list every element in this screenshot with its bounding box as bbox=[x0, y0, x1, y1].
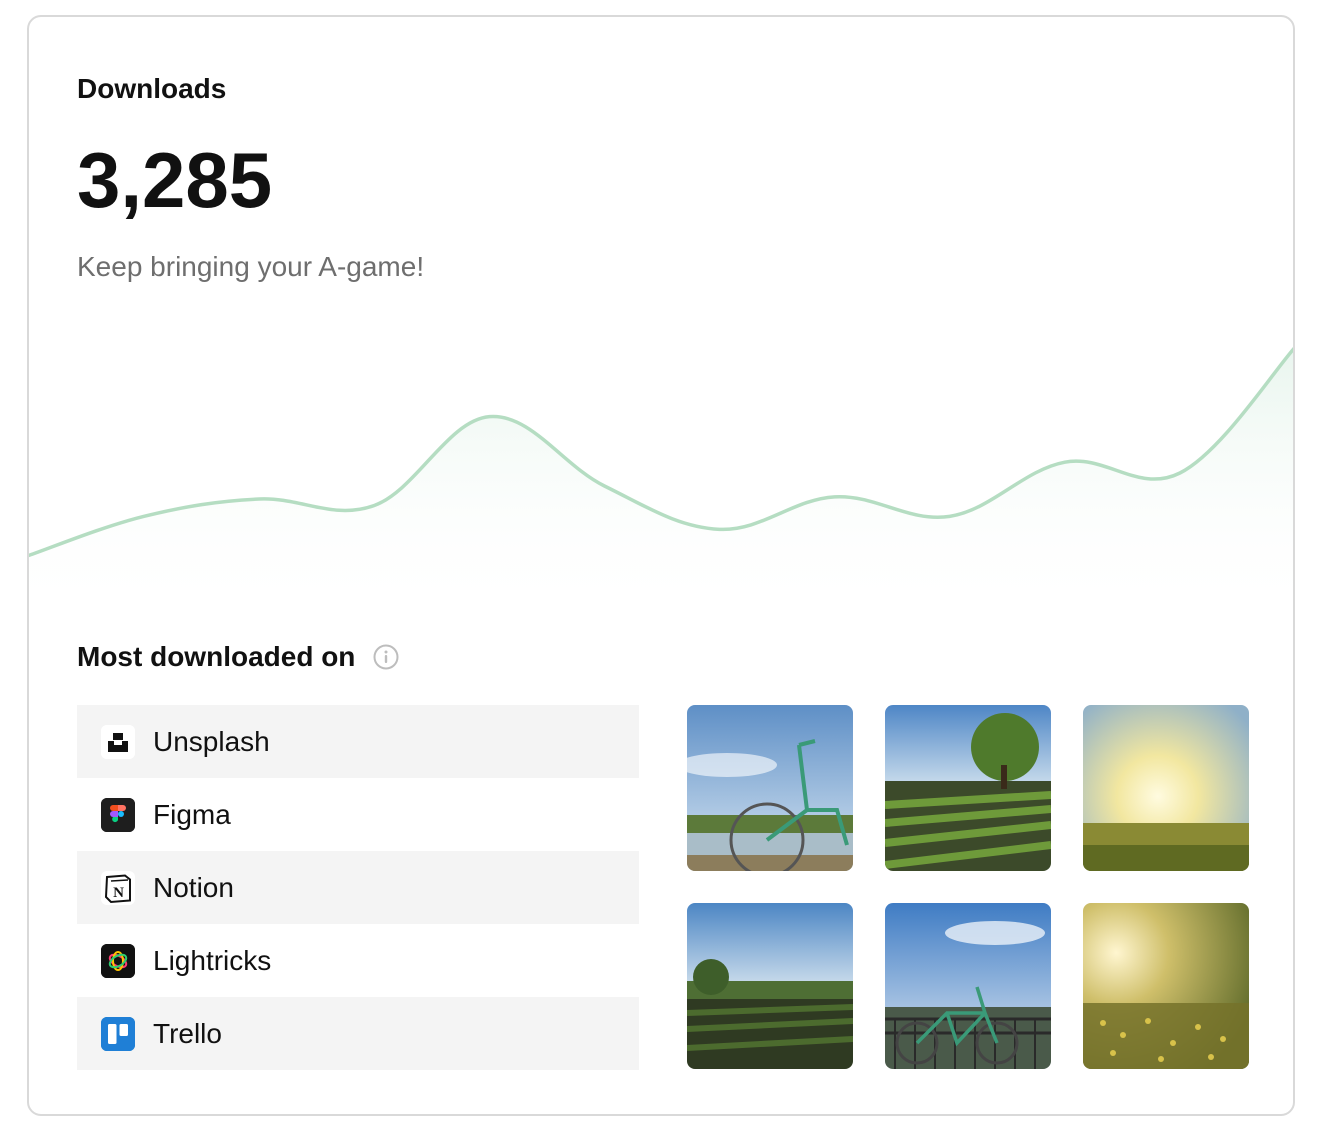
trello-icon bbox=[101, 1016, 135, 1051]
green-field-photo[interactable] bbox=[687, 903, 853, 1069]
bicycle-at-railing-photo[interactable] bbox=[885, 903, 1051, 1069]
lightricks-icon bbox=[101, 943, 135, 978]
card-title: Downloads bbox=[77, 73, 227, 104]
app-name: Lightricks bbox=[153, 944, 272, 976]
app-name: Trello bbox=[153, 1017, 222, 1049]
downloads-trend-chart bbox=[29, 346, 1293, 617]
sunset-meadow-photo[interactable] bbox=[1083, 705, 1249, 871]
unsplash-icon bbox=[101, 724, 135, 759]
section-title-label: Most downloaded on bbox=[77, 641, 356, 672]
svg-text:N: N bbox=[113, 885, 124, 901]
photo-grid bbox=[687, 705, 1251, 1069]
notion-icon: N bbox=[101, 870, 135, 905]
figma-icon bbox=[101, 797, 135, 832]
golden-wildflowers-photo[interactable] bbox=[1083, 903, 1249, 1069]
app-name: Unsplash bbox=[153, 725, 270, 757]
app-name: Figma bbox=[153, 798, 231, 830]
list-item-lightricks[interactable]: Lightricks bbox=[77, 924, 639, 997]
list-item-notion[interactable]: N Notion bbox=[77, 851, 639, 924]
bicycle-by-lake-photo[interactable] bbox=[687, 705, 853, 871]
list-item-unsplash[interactable]: Unsplash bbox=[77, 705, 639, 778]
list-item-trello[interactable]: Trello bbox=[77, 997, 639, 1070]
apps-list: Unsplash Figma N Notion Lightricks Trell… bbox=[77, 705, 639, 1070]
list-item-figma[interactable]: Figma bbox=[77, 778, 639, 851]
card-subtitle: Keep bringing your A-game! bbox=[77, 251, 425, 282]
downloads-card: Downloads 3,285 Keep bringing your A-gam… bbox=[27, 15, 1295, 1116]
info-circle-icon[interactable] bbox=[373, 644, 399, 670]
tree-and-crop-rows-photo[interactable] bbox=[885, 705, 1051, 871]
chart-area-fill bbox=[29, 349, 1293, 617]
downloads-count: 3,285 bbox=[77, 136, 273, 224]
app-name: Notion bbox=[153, 871, 234, 903]
section-title: Most downloaded on bbox=[77, 641, 399, 673]
